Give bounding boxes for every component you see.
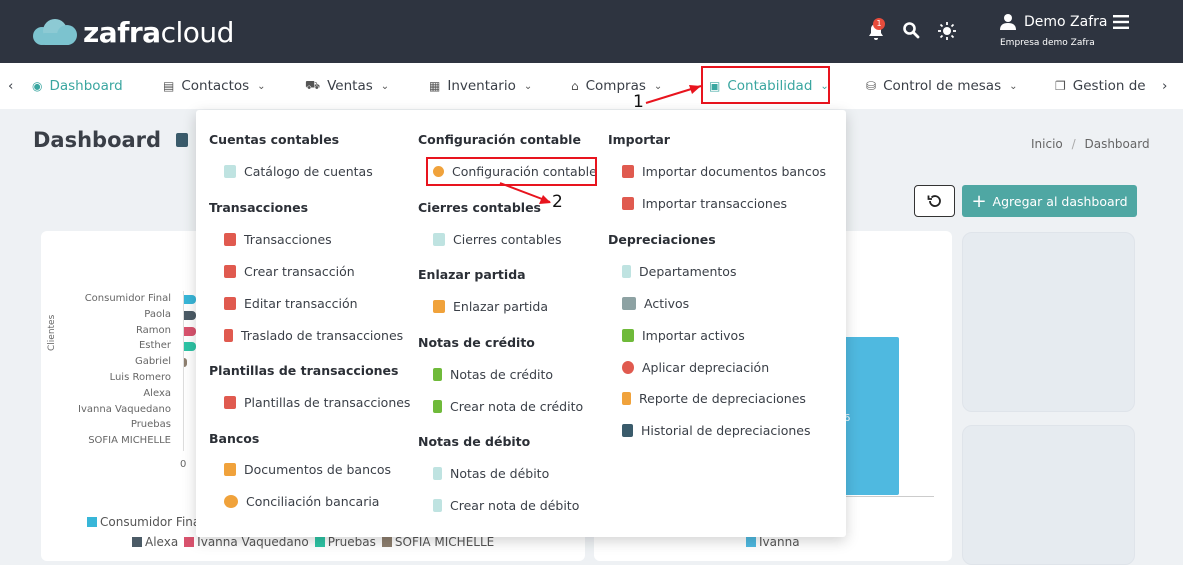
annotation-arrows: [499, 85, 702, 204]
annotation-step-2: 2: [552, 192, 563, 212]
annotation-step-1: 1: [633, 92, 644, 112]
